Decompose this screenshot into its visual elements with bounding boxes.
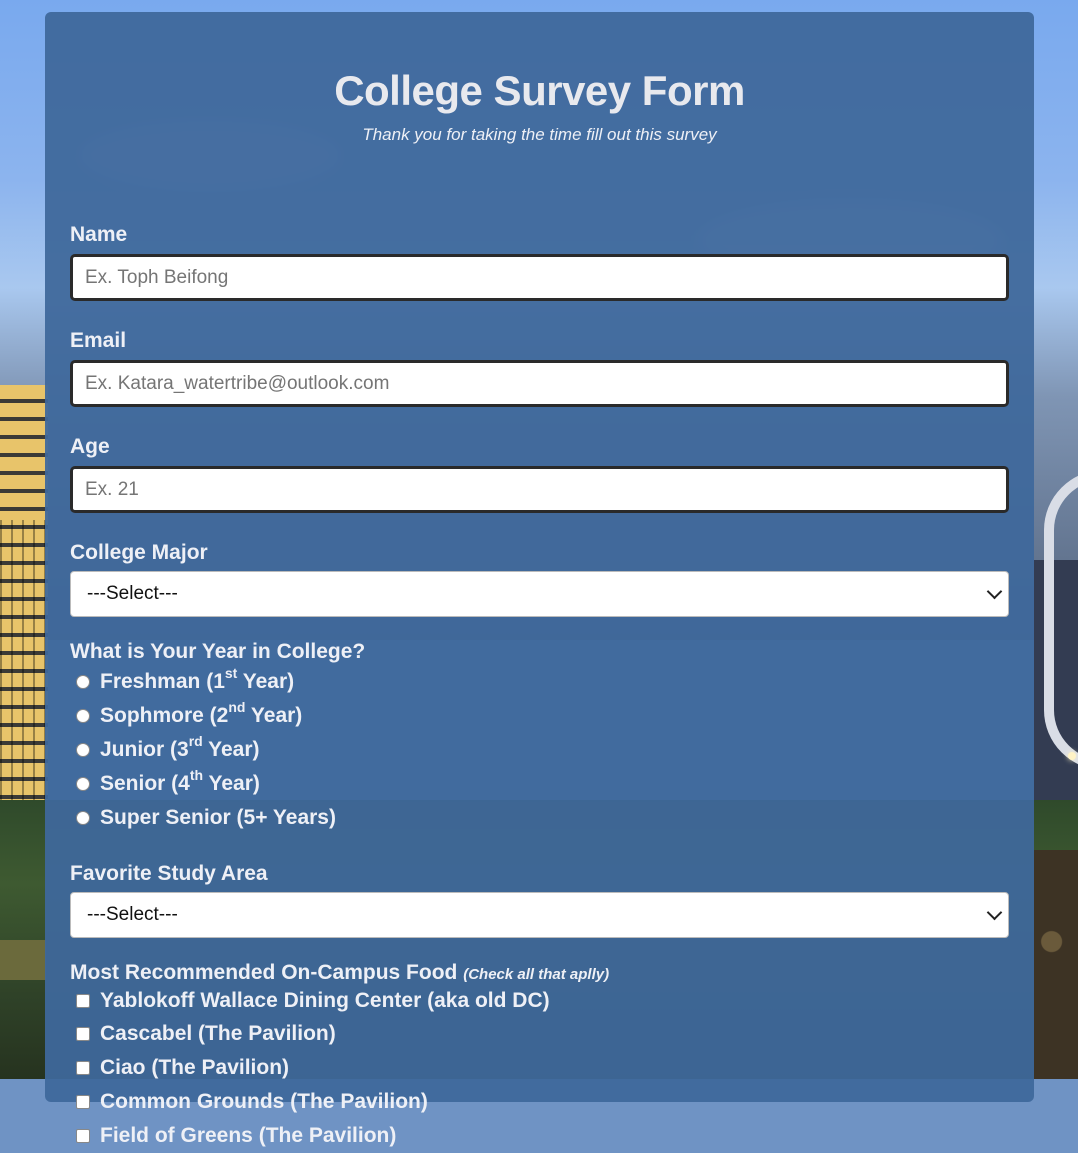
food-label: Most Recommended On-Campus Food (Check a… <box>70 961 610 984</box>
survey-form-panel: College Survey Form Thank you for taking… <box>45 12 1034 1147</box>
year-label: What is Your Year in College? <box>70 640 366 663</box>
name-field-group: Name <box>70 223 1009 301</box>
page-subtitle: Thank you for taking the time fill out t… <box>362 125 717 144</box>
radio-button[interactable] <box>76 709 90 723</box>
study-area-label: Favorite Study Area <box>70 862 268 885</box>
major-select[interactable]: ---Select--- <box>70 571 1009 617</box>
checkbox[interactable] <box>76 1061 90 1075</box>
food-option[interactable]: Common Grounds (The Pavilion) <box>70 1085 1009 1119</box>
checkbox[interactable] <box>76 1129 90 1143</box>
checkbox[interactable] <box>76 1027 90 1041</box>
study-area-select[interactable]: ---Select--- <box>70 892 1009 938</box>
major-field-group: College Major ---Select--- <box>70 541 1009 617</box>
name-input[interactable] <box>70 254 1009 301</box>
food-option[interactable]: Yablokoff Wallace Dining Center (aka old… <box>70 985 1009 1017</box>
age-label: Age <box>70 435 110 458</box>
year-option-freshman[interactable]: Freshman (1st Year) <box>70 664 1009 699</box>
radio-button[interactable] <box>76 674 90 689</box>
study-area-select-value: ---Select--- <box>87 904 178 925</box>
checkbox[interactable] <box>76 1095 90 1109</box>
major-label: College Major <box>70 541 208 564</box>
study-area-field-group: Favorite Study Area ---Select--- <box>70 862 1009 938</box>
radio-button[interactable] <box>76 743 90 757</box>
chevron-down-icon <box>986 904 1003 921</box>
radio-button[interactable] <box>76 811 90 825</box>
food-option[interactable]: Ciao (The Pavilion) <box>70 1051 1009 1085</box>
food-option-label: Cascabel (The Pavilion) <box>100 1022 336 1045</box>
checkbox[interactable] <box>76 994 90 1008</box>
year-option-senior[interactable]: Senior (4th Year) <box>70 767 1009 801</box>
age-field-group: Age <box>70 435 1009 513</box>
year-option-super-senior[interactable]: Super Senior (5+ Years) <box>70 801 1009 835</box>
email-input[interactable] <box>70 360 1009 407</box>
food-option-label: Field of Greens (The Pavilion) <box>100 1124 397 1147</box>
page-title: College Survey Form <box>334 67 745 114</box>
radio-button[interactable] <box>76 777 90 791</box>
name-label: Name <box>70 223 128 246</box>
year-option-label: Super Senior (5+ Years) <box>100 806 336 829</box>
year-field-group: What is Your Year in College? Freshman (… <box>70 640 1009 835</box>
food-option-label: Common Grounds (The Pavilion) <box>100 1090 428 1113</box>
food-hint: (Check all that aplly) <box>463 966 610 983</box>
food-option[interactable]: Field of Greens (The Pavilion) <box>70 1119 1009 1153</box>
chevron-down-icon <box>986 583 1003 600</box>
food-option[interactable]: Cascabel (The Pavilion) <box>70 1017 1009 1051</box>
food-option-label: Ciao (The Pavilion) <box>100 1056 290 1079</box>
year-option-junior[interactable]: Junior (3rd Year) <box>70 733 1009 767</box>
year-option-sophmore[interactable]: Sophmore (2nd Year) <box>70 699 1009 733</box>
age-input[interactable] <box>70 466 1009 513</box>
background-arch-sculpture <box>1044 470 1078 770</box>
email-label: Email <box>70 329 127 352</box>
email-field-group: Email <box>70 329 1009 407</box>
food-option-label: Yablokoff Wallace Dining Center (aka old… <box>100 989 550 1012</box>
food-field-group: Most Recommended On-Campus Food (Check a… <box>70 961 1009 1153</box>
major-select-value: ---Select--- <box>87 583 178 604</box>
